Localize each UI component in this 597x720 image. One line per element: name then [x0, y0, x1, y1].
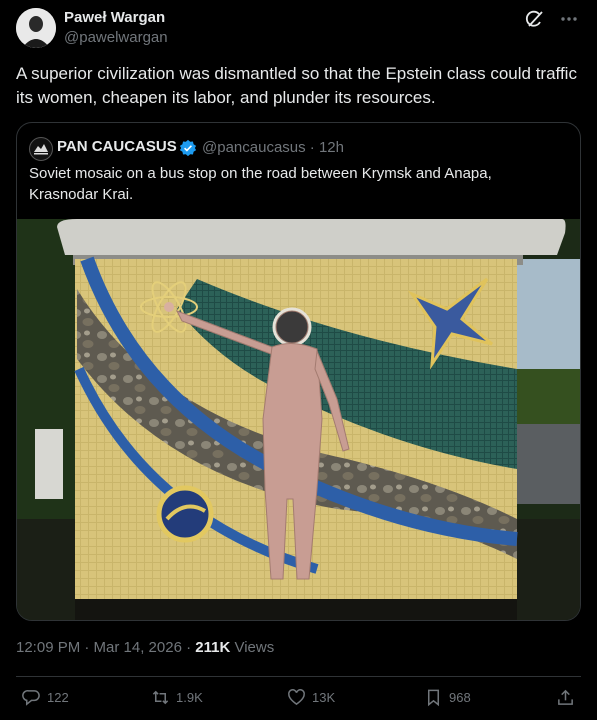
repost-count: 1.9K: [176, 690, 203, 705]
reply-icon: [22, 690, 40, 706]
views-label: Views: [230, 639, 275, 656]
verified-badge-icon: [179, 139, 197, 157]
like-icon: [288, 689, 305, 706]
top-icons: [525, 9, 579, 29]
repost-button[interactable]: 1.9K: [151, 688, 203, 707]
bookmark-button[interactable]: 968: [424, 688, 471, 707]
divider: [16, 676, 581, 677]
author-handle[interactable]: @pawelwargan: [64, 29, 168, 46]
like-count: 13K: [312, 690, 336, 705]
more-icon[interactable]: [559, 9, 579, 29]
reply-button[interactable]: 122: [22, 688, 69, 707]
bookmark-count: 968: [449, 690, 471, 705]
tweet-time-date[interactable]: 12:09 PM · Mar 14, 2026 ·: [16, 639, 195, 656]
author-name[interactable]: Paweł Wargan: [64, 9, 165, 26]
quote-avatar[interactable]: [29, 137, 53, 161]
views-count: 211K: [195, 639, 231, 656]
bookmark-icon: [427, 689, 440, 707]
action-bar: 122 1.9K 13K 968: [16, 688, 581, 712]
author-avatar[interactable]: [16, 8, 56, 48]
quote-handle-time: @pancaucasus · 12h: [202, 139, 344, 156]
quote-photo[interactable]: [17, 219, 580, 620]
reply-count: 122: [47, 690, 69, 705]
tweet-meta: 12:09 PM · Mar 14, 2026 · 211K Views: [16, 639, 274, 656]
quoted-tweet[interactable]: PAN CAUCASUS @pancaucasus · 12h Soviet m…: [16, 122, 581, 621]
share-button[interactable]: [556, 688, 575, 707]
quote-author-name[interactable]: PAN CAUCASUS: [57, 138, 177, 155]
tweet: Paweł Wargan @pawelwargan A superior civ…: [0, 0, 597, 720]
repost-icon: [152, 690, 169, 705]
grok-icon[interactable]: [525, 9, 545, 29]
tweet-text: A superior civilization was dismantled s…: [16, 64, 577, 107]
quote-text: Soviet mosaic on a bus stop on the road …: [29, 165, 492, 203]
share-icon: [558, 689, 573, 705]
like-button[interactable]: 13K: [287, 688, 335, 707]
